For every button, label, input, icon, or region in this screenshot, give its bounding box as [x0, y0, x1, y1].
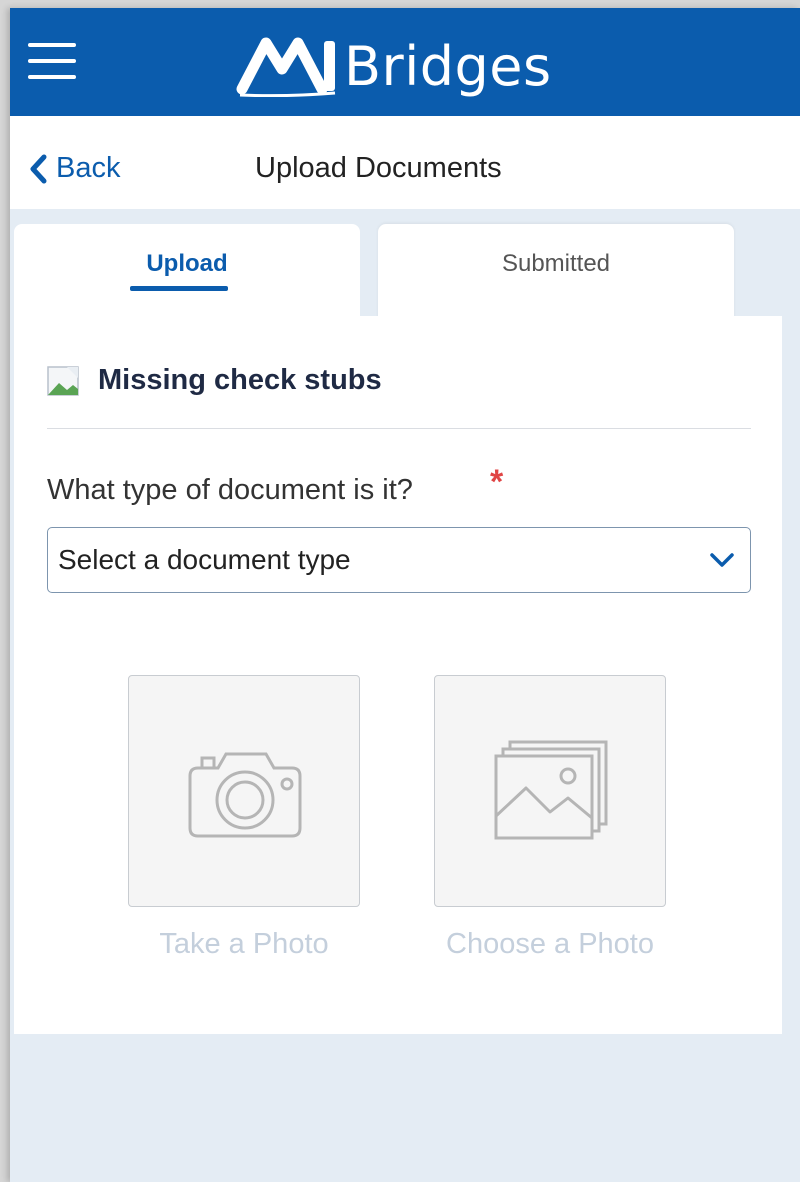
tab-submitted-label: Submitted — [501, 250, 611, 277]
broken-image-icon — [47, 366, 79, 396]
logo-text: Bridges — [344, 34, 552, 98]
photo-gallery-icon — [494, 740, 608, 840]
divider — [47, 428, 751, 429]
back-label: Back — [56, 152, 121, 184]
required-asterisk: * — [490, 463, 504, 501]
app-screen: Bridges Back Upload Documents Upload Sub… — [10, 8, 800, 1182]
section-title: Missing check stubs — [98, 364, 382, 396]
back-button[interactable]: Back — [28, 152, 120, 185]
document-type-question: What type of document is it? — [47, 474, 413, 506]
choose-photo-button[interactable] — [434, 675, 666, 907]
page-title: Upload Documents — [255, 152, 502, 184]
upload-panel: Missing check stubs What type of documen… — [14, 316, 782, 1034]
mi-bridges-logo: Bridges — [236, 34, 552, 98]
navigation-bar: Back Upload Documents — [10, 116, 800, 209]
active-tab-indicator — [130, 286, 228, 291]
chevron-down-icon — [710, 553, 734, 567]
take-photo-label: Take a Photo — [159, 928, 329, 960]
hamburger-menu-icon[interactable] — [28, 41, 78, 81]
select-value: Select a document type — [58, 544, 351, 575]
take-photo-button[interactable] — [128, 675, 360, 907]
mi-logo-mark — [236, 37, 336, 97]
choose-photo-label: Choose a Photo — [446, 928, 654, 960]
top-bar: Bridges — [10, 8, 800, 116]
tab-upload-label: Upload — [146, 250, 228, 277]
camera-icon — [188, 752, 302, 838]
chevron-left-icon — [30, 154, 47, 183]
tab-submitted[interactable]: Submitted — [378, 224, 734, 324]
tab-upload[interactable]: Upload — [14, 224, 360, 324]
document-type-select[interactable]: Select a document type — [47, 527, 751, 593]
